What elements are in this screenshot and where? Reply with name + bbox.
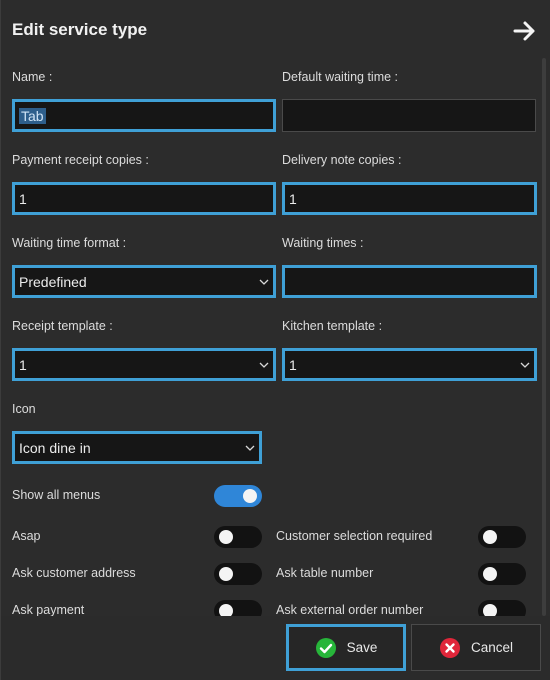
kitchen-template-label: Kitchen template : [282, 319, 383, 333]
ask-table-number-label: Ask table number [276, 566, 374, 580]
ask-external-order-number-toggle[interactable] [478, 600, 526, 616]
kitchen-template-value: 1 [289, 356, 297, 373]
toggle-knob [219, 604, 233, 616]
receipt-template-select[interactable]: 1 [12, 348, 276, 381]
receipt-template-label: Receipt template : [12, 319, 113, 333]
delivery-note-copies-input[interactable]: 1 [282, 182, 537, 215]
asap-toggle[interactable] [214, 526, 262, 548]
name-label: Name : [12, 70, 53, 84]
chevron-down-icon [259, 362, 269, 368]
save-button[interactable]: Save [286, 624, 406, 671]
show-all-menus-label: Show all menus [12, 488, 101, 502]
toggle-knob [243, 489, 257, 503]
toggle-knob [483, 530, 497, 544]
save-label: Save [346, 640, 378, 655]
toggle-knob [219, 567, 233, 581]
check-circle-icon [315, 637, 336, 658]
receipt-template-value: 1 [19, 356, 27, 373]
chevron-down-icon [245, 445, 255, 451]
name-input[interactable]: Tab [12, 99, 276, 132]
arrow-right-icon[interactable] [512, 19, 538, 43]
ask-payment-toggle[interactable] [214, 600, 262, 616]
customer-selection-required-label: Customer selection required [276, 529, 433, 543]
icon-label: Icon [12, 402, 36, 416]
ask-payment-label: Ask payment [12, 603, 85, 616]
waiting-time-format-label: Waiting time format : [12, 236, 127, 250]
scrollbar[interactable] [542, 58, 546, 616]
customer-selection-required-toggle[interactable] [478, 526, 526, 548]
ask-external-order-number-label: Ask external order number [276, 603, 424, 616]
toggle-knob [483, 567, 497, 581]
cancel-label: Cancel [470, 640, 514, 655]
kitchen-template-select[interactable]: 1 [282, 348, 537, 381]
show-all-menus-toggle[interactable] [214, 485, 262, 507]
dialog-title: Edit service type [12, 20, 148, 39]
waiting-times-label: Waiting times : [282, 236, 364, 250]
default-waiting-time-label: Default waiting time : [282, 70, 399, 84]
icon-value: Icon dine in [19, 439, 91, 456]
cancel-button[interactable]: Cancel [411, 624, 541, 671]
edit-service-type-dialog: Edit service type Name : Default waiting… [0, 0, 550, 680]
chevron-down-icon [520, 362, 530, 368]
toggle-knob [483, 604, 497, 616]
ask-customer-address-toggle[interactable] [214, 563, 262, 585]
dialog-footer: Save Cancel [1, 616, 550, 680]
payment-receipt-copies-value: 1 [19, 190, 27, 207]
ask-table-number-toggle[interactable] [478, 563, 526, 585]
payment-receipt-copies-input[interactable]: 1 [12, 182, 276, 215]
chevron-down-icon [259, 279, 269, 285]
toggle-knob [219, 530, 233, 544]
delivery-note-copies-label: Delivery note copies : [282, 153, 402, 167]
form-scroll-area[interactable]: Name : Default waiting time : Tab Paymen… [1, 58, 547, 616]
waiting-time-format-value: Predefined [19, 273, 87, 290]
default-waiting-time-input[interactable] [282, 99, 536, 132]
payment-receipt-copies-label: Payment receipt copies : [12, 153, 149, 167]
waiting-times-input[interactable] [282, 265, 537, 298]
delivery-note-copies-value: 1 [289, 190, 297, 207]
name-value: Tab [19, 107, 46, 124]
waiting-time-format-select[interactable]: Predefined [12, 265, 276, 298]
asap-label: Asap [12, 529, 41, 543]
x-circle-icon [439, 637, 460, 658]
icon-select[interactable]: Icon dine in [12, 431, 262, 464]
ask-customer-address-label: Ask customer address [12, 566, 136, 580]
